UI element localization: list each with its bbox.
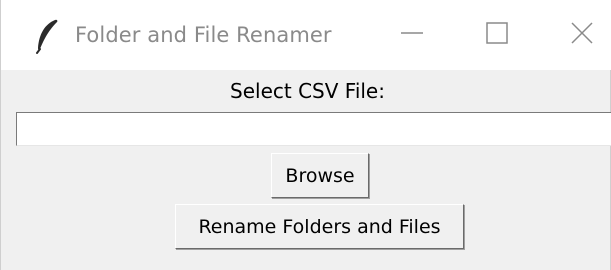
maximize-icon <box>486 22 508 48</box>
close-button[interactable] <box>534 0 611 70</box>
csv-path-input[interactable] <box>16 112 611 146</box>
browse-button[interactable]: Browse <box>271 153 369 198</box>
window-title: Folder and File Renamer <box>75 23 332 47</box>
feather-icon <box>33 18 61 54</box>
select-csv-label: Select CSV File: <box>230 79 385 103</box>
minimize-icon <box>401 22 423 48</box>
app-window: Folder and File Renamer Select CSV File:… <box>0 0 611 270</box>
close-icon <box>571 22 593 48</box>
rename-folders-and-files-button[interactable]: Rename Folders and Files <box>175 204 464 249</box>
maximize-button[interactable] <box>449 0 545 70</box>
csv-label-row: Select CSV File: <box>1 70 611 112</box>
minimize-button[interactable] <box>364 0 460 70</box>
title-bar[interactable]: Folder and File Renamer <box>1 0 611 70</box>
